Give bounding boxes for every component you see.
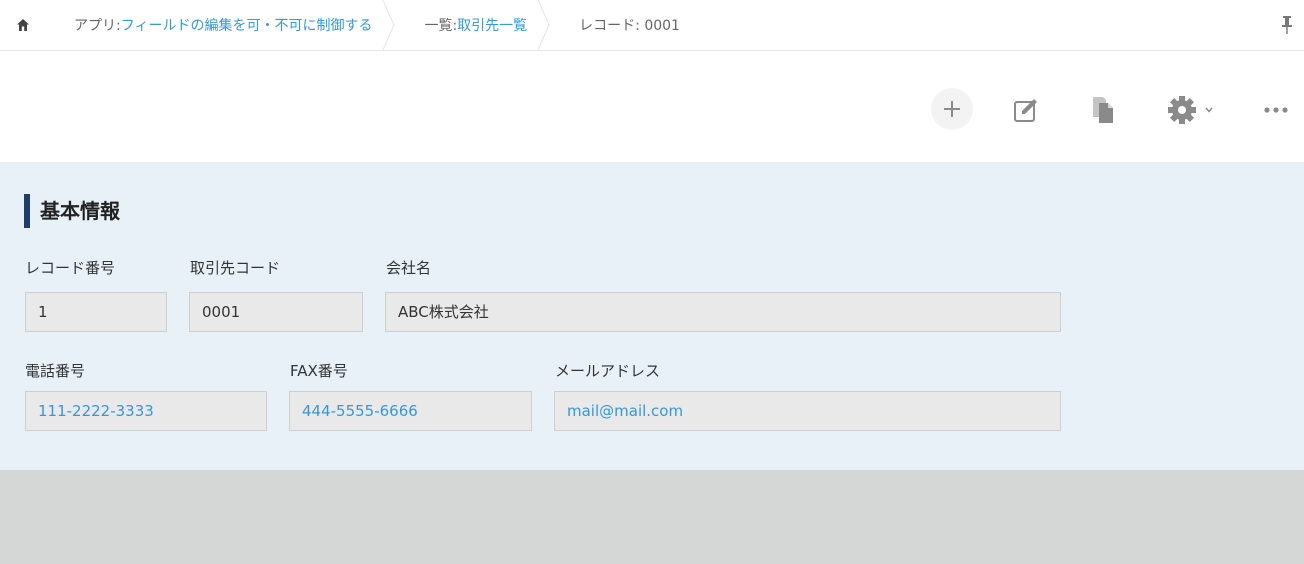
phone-label: 電話番号: [25, 362, 86, 380]
plus-icon: [944, 101, 960, 117]
home-icon: [17, 19, 29, 31]
breadcrumb: アプリ: フィールドの編集を可・不可に制御する 一覧: 取引先一覧 レコード: …: [0, 0, 1304, 51]
edit-icon: [1014, 99, 1037, 122]
edit-record-button[interactable]: [1004, 88, 1048, 132]
breadcrumb-list-prefix: 一覧:: [424, 18, 458, 34]
breadcrumb-separator-icon: [537, 0, 550, 50]
client-code-field: 0001: [189, 292, 363, 332]
record-toolbar: [0, 51, 1304, 162]
copy-icon: [1093, 97, 1113, 123]
fax-label: FAX番号: [290, 362, 348, 380]
section-title: 基本情報: [24, 194, 120, 228]
copy-record-button[interactable]: [1081, 88, 1125, 132]
breadcrumb-record: レコード: 0001: [551, 0, 704, 50]
fax-link[interactable]: 444-5555-6666: [289, 391, 532, 431]
breadcrumb-list[interactable]: 一覧: 取引先一覧: [396, 0, 551, 50]
record-number-field: 1: [25, 292, 167, 332]
settings-menu-button[interactable]: [1158, 88, 1222, 132]
chevron-down-icon: [1205, 107, 1213, 113]
more-icon: [1264, 107, 1288, 113]
record-number-label: レコード番号: [25, 259, 116, 277]
email-link[interactable]: mail@mail.com: [554, 391, 1061, 431]
company-name-field: ABC株式会社: [385, 292, 1061, 332]
breadcrumb-list-link[interactable]: 取引先一覧: [457, 15, 527, 35]
pin-icon[interactable]: [1280, 14, 1294, 36]
client-code-label: 取引先コード: [190, 259, 281, 277]
company-name-label: 会社名: [386, 259, 432, 277]
breadcrumb-separator-icon: [382, 0, 395, 50]
gear-icon: [1168, 96, 1196, 124]
email-label: メールアドレス: [555, 362, 661, 380]
more-actions-button[interactable]: [1256, 88, 1296, 132]
home-button[interactable]: [0, 0, 46, 50]
phone-link[interactable]: 111-2222-3333: [25, 391, 267, 431]
breadcrumb-record-label: レコード: 0001: [579, 18, 680, 34]
breadcrumb-app[interactable]: アプリ: フィールドの編集を可・不可に制御する: [46, 0, 396, 50]
breadcrumb-app-prefix: アプリ:: [74, 18, 121, 34]
add-record-button[interactable]: [931, 88, 973, 130]
breadcrumb-app-link[interactable]: フィールドの編集を可・不可に制御する: [121, 15, 373, 35]
